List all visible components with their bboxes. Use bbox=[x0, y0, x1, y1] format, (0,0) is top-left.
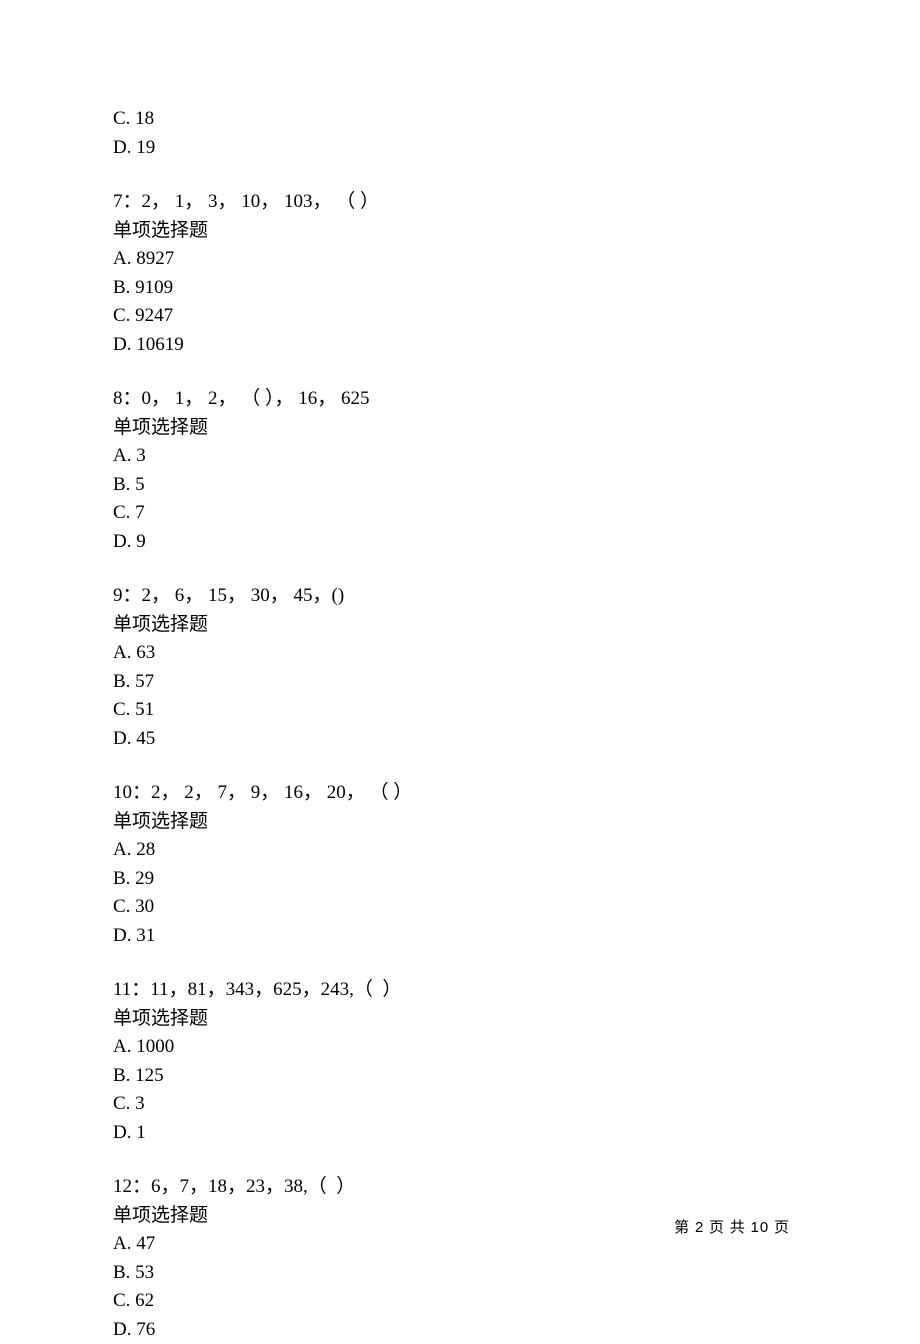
question-10: 10：2， 2， 7， 9， 16， 20， （ ） 单项选择题 A. 28 B… bbox=[113, 779, 807, 950]
option-a: A. 1000 bbox=[113, 1033, 807, 1062]
question-type: 单项选择题 bbox=[113, 611, 807, 640]
question-prompt: 7：2， 1， 3， 10， 103， （ ） bbox=[113, 188, 807, 217]
option-a: A. 3 bbox=[113, 442, 807, 471]
option-b: B. 57 bbox=[113, 668, 807, 697]
option-d: D. 19 bbox=[113, 134, 807, 163]
question-type: 单项选择题 bbox=[113, 414, 807, 443]
question-prompt: 10：2， 2， 7， 9， 16， 20， （ ） bbox=[113, 779, 807, 808]
question-7: 7：2， 1， 3， 10， 103， （ ） 单项选择题 A. 8927 B.… bbox=[113, 188, 807, 359]
option-c: C. 7 bbox=[113, 499, 807, 528]
page-footer: 第 2 页 共 10 页 bbox=[674, 1217, 790, 1240]
question-type: 单项选择题 bbox=[113, 217, 807, 246]
option-b: B. 29 bbox=[113, 865, 807, 894]
option-d: D. 76 bbox=[113, 1316, 807, 1344]
option-c: C. 30 bbox=[113, 893, 807, 922]
option-c: C. 3 bbox=[113, 1090, 807, 1119]
residual-options: C. 18 D. 19 bbox=[113, 105, 807, 162]
option-d: D. 31 bbox=[113, 922, 807, 951]
option-b: B. 5 bbox=[113, 471, 807, 500]
page: C. 18 D. 19 7：2， 1， 3， 10， 103， （ ） 单项选择… bbox=[0, 0, 920, 1302]
option-c: C. 62 bbox=[113, 1287, 807, 1316]
footer-mid: 页 共 bbox=[704, 1220, 750, 1236]
option-c: C. 51 bbox=[113, 696, 807, 725]
option-b: B. 125 bbox=[113, 1062, 807, 1091]
option-d: D. 10619 bbox=[113, 331, 807, 360]
question-8: 8：0， 1， 2， （ ）， 16， 625 单项选择题 A. 3 B. 5 … bbox=[113, 385, 807, 556]
option-a: A. 63 bbox=[113, 639, 807, 668]
option-b: B. 9109 bbox=[113, 274, 807, 303]
footer-suffix: 页 bbox=[769, 1220, 790, 1236]
option-b: B. 53 bbox=[113, 1259, 807, 1288]
question-prompt: 9：2， 6， 15， 30， 45，() bbox=[113, 582, 807, 611]
question-prompt: 11：11，81，343，625，243,（ ） bbox=[113, 976, 807, 1005]
question-prompt: 12：6，7，18，23，38,（ ） bbox=[113, 1173, 807, 1202]
option-d: D. 1 bbox=[113, 1119, 807, 1148]
footer-current-page: 2 bbox=[695, 1219, 704, 1236]
option-a: A. 28 bbox=[113, 836, 807, 865]
footer-total-pages: 10 bbox=[751, 1219, 770, 1236]
option-a: A. 8927 bbox=[113, 245, 807, 274]
option-c: C. 9247 bbox=[113, 302, 807, 331]
footer-prefix: 第 bbox=[674, 1220, 695, 1236]
question-type: 单项选择题 bbox=[113, 1005, 807, 1034]
option-c: C. 18 bbox=[113, 105, 807, 134]
option-d: D. 45 bbox=[113, 725, 807, 754]
question-prompt: 8：0， 1， 2， （ ）， 16， 625 bbox=[113, 385, 807, 414]
question-12: 12：6，7，18，23，38,（ ） 单项选择题 A. 47 B. 53 C.… bbox=[113, 1173, 807, 1344]
question-type: 单项选择题 bbox=[113, 808, 807, 837]
question-11: 11：11，81，343，625，243,（ ） 单项选择题 A. 1000 B… bbox=[113, 976, 807, 1147]
option-d: D. 9 bbox=[113, 528, 807, 557]
question-9: 9：2， 6， 15， 30， 45，() 单项选择题 A. 63 B. 57 … bbox=[113, 582, 807, 753]
